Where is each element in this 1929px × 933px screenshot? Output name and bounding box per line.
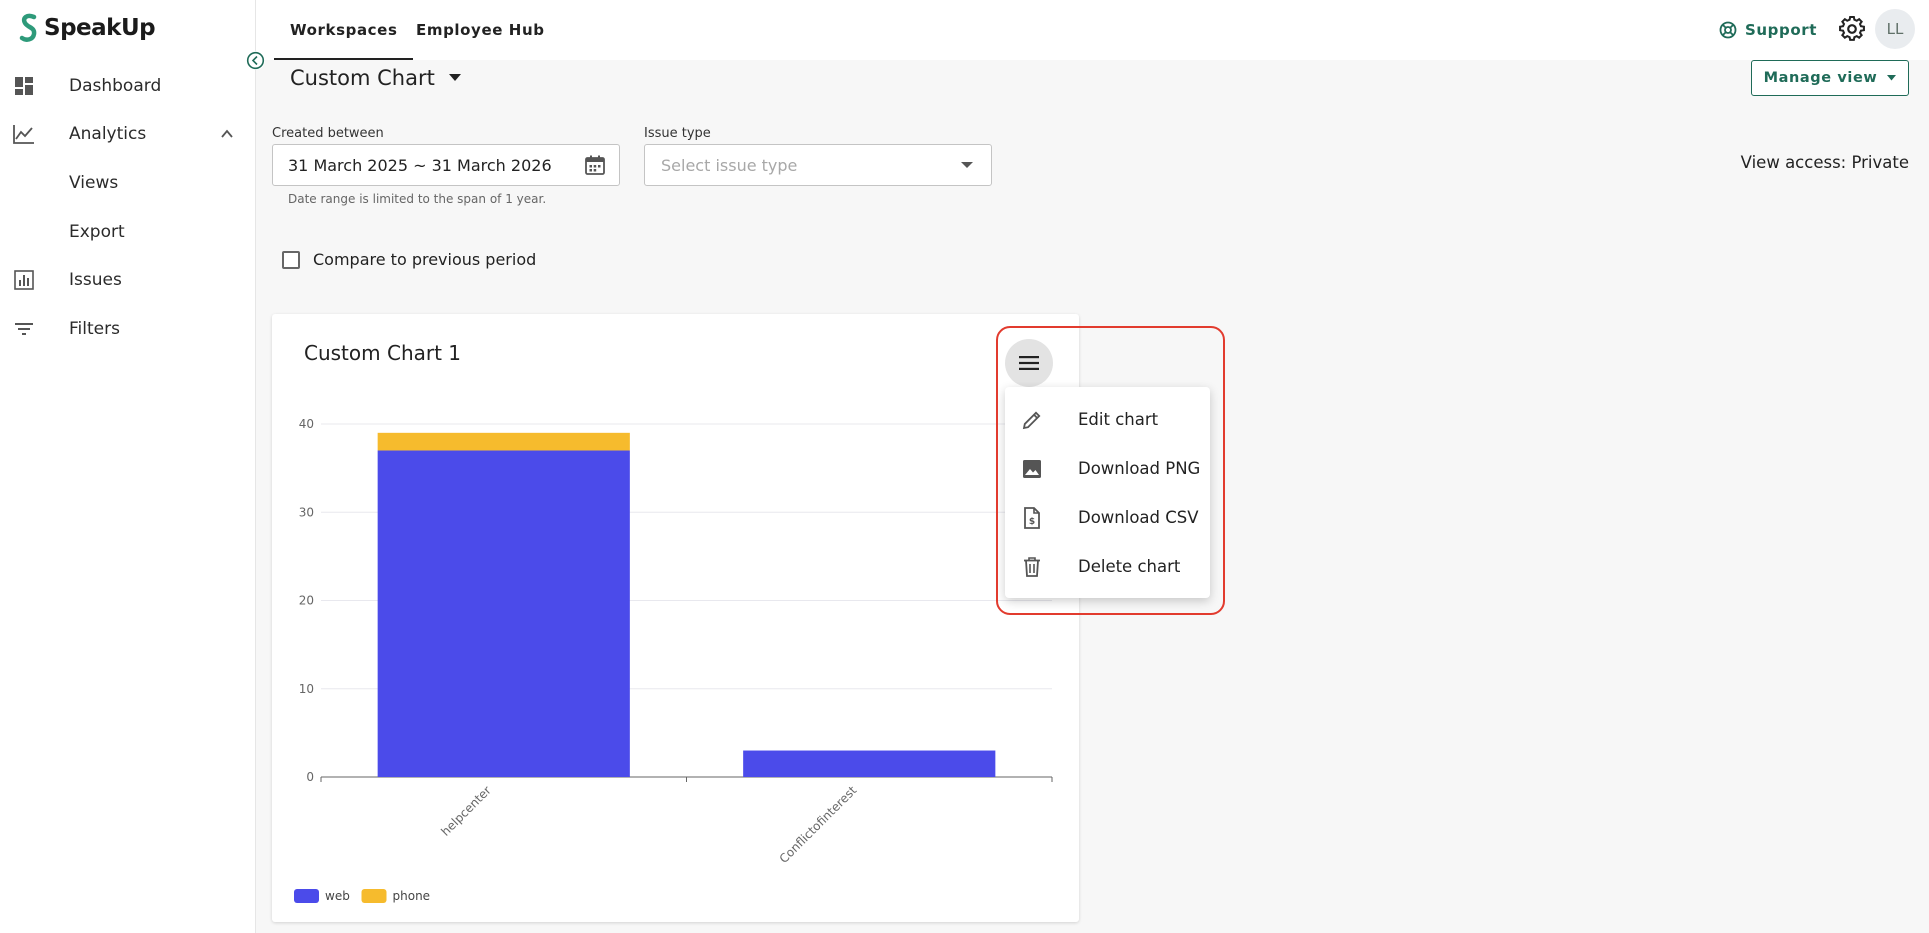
- bar-web: [743, 750, 996, 777]
- support-link[interactable]: Support: [1719, 16, 1817, 44]
- sidebar-item-export[interactable]: Export: [0, 208, 256, 256]
- sidebar-item-filters[interactable]: Filters: [0, 305, 256, 353]
- menu-item-label: Download CSV: [1078, 508, 1199, 527]
- issues-icon: [13, 269, 35, 291]
- chart-card: Custom Chart 1 0 10 20 30 40 helpcenter Confli…: [272, 314, 1079, 922]
- sidebar-item-views[interactable]: Views: [0, 159, 256, 207]
- legend-label: web: [325, 889, 350, 903]
- sidebar-item-label: Filters: [69, 319, 120, 339]
- caret-down-icon: [448, 74, 461, 81]
- top-bar: Workspaces Employee Hub Support LL: [256, 0, 1929, 60]
- dropdown-arrow-icon: [961, 162, 973, 168]
- speakup-logo-icon: [19, 13, 37, 42]
- bar-web: [377, 450, 630, 777]
- image-icon: [1021, 458, 1043, 480]
- y-tick-label: 10: [299, 682, 314, 696]
- caret-down-icon: [1887, 75, 1897, 81]
- sidebar-item-label: Export: [69, 222, 125, 242]
- tab-label: Employee Hub: [416, 21, 545, 39]
- y-tick-label: 30: [299, 505, 314, 519]
- x-tick-label: helpcenter: [438, 783, 494, 839]
- tab-label: Workspaces: [290, 21, 398, 39]
- y-tick-label: 20: [299, 594, 314, 608]
- brand-logo[interactable]: SpeakUp: [18, 12, 156, 44]
- brand-name: SpeakUp: [44, 15, 156, 41]
- sidebar-item-label: Views: [69, 173, 119, 193]
- issue-type-select[interactable]: Select issue type: [644, 144, 992, 186]
- tab-employee-hub[interactable]: Employee Hub: [416, 0, 545, 60]
- csv-file-icon: $: [1021, 506, 1043, 529]
- menu-item-label: Delete chart: [1078, 557, 1181, 576]
- x-tick-label: Conflictofinterest: [777, 783, 860, 866]
- compare-previous-period-toggle[interactable]: Compare to previous period: [282, 250, 536, 269]
- date-range-input[interactable]: 31 March 2025 ~ 31 March 2026: [272, 144, 620, 186]
- trash-icon: [1021, 556, 1043, 578]
- menu-item-label: Edit chart: [1078, 410, 1159, 429]
- view-access-text: View access: Private: [1740, 153, 1909, 172]
- bar-phone: [377, 432, 630, 451]
- menu-item-edit-chart[interactable]: Edit chart: [1005, 395, 1210, 444]
- chart-menu-button[interactable]: [1005, 339, 1053, 387]
- avatar-initials: LL: [1886, 20, 1904, 38]
- analytics-icon: [13, 123, 35, 145]
- chevron-left-circle-icon: [246, 51, 265, 70]
- gear-icon[interactable]: [1839, 16, 1865, 42]
- legend-swatch-web: [294, 889, 319, 903]
- manage-view-label: Manage view: [1763, 70, 1878, 86]
- date-range-value: 31 March 2025 ~ 31 March 2026: [288, 155, 552, 175]
- tab-workspaces[interactable]: Workspaces: [273, 0, 415, 60]
- y-tick-label: 40: [299, 417, 314, 431]
- calendar-icon[interactable]: [584, 154, 606, 176]
- y-tick-label: 0: [306, 770, 314, 784]
- pencil-icon: [1021, 409, 1043, 431]
- legend-label: phone: [393, 889, 431, 903]
- hamburger-menu-icon: [1019, 356, 1039, 370]
- sidebar: SpeakUp Dashboard Analytics Views Export…: [0, 0, 256, 933]
- sidebar-item-dashboard[interactable]: Dashboard: [0, 62, 256, 110]
- legend-swatch-phone: [361, 889, 387, 903]
- menu-item-delete-chart[interactable]: Delete chart: [1005, 542, 1210, 591]
- chart-options-menu: Edit chart Download PNG $ Download CSV D…: [1005, 387, 1210, 598]
- sidebar-item-label: Issues: [69, 270, 122, 290]
- view-selector[interactable]: Custom Chart: [290, 62, 461, 94]
- sidebar-item-label: Analytics: [69, 124, 147, 144]
- issue-type-label: Issue type: [644, 126, 711, 141]
- page-title: Custom Chart: [290, 66, 435, 90]
- support-label: Support: [1744, 21, 1817, 39]
- menu-item-download-png[interactable]: Download PNG: [1005, 444, 1210, 493]
- sidebar-item-analytics[interactable]: Analytics: [0, 110, 256, 158]
- issue-type-placeholder: Select issue type: [661, 155, 798, 175]
- compare-checkbox[interactable]: [282, 250, 300, 269]
- manage-view-button[interactable]: Manage view: [1751, 60, 1909, 96]
- avatar[interactable]: LL: [1875, 9, 1915, 49]
- menu-item-label: Download PNG: [1078, 459, 1201, 478]
- date-range-helper-text: Date range is limited to the span of 1 y…: [288, 192, 547, 206]
- collapse-sidebar-button[interactable]: [246, 51, 265, 70]
- bar-chart: 0 10 20 30 40 helpcenter Conflictofinterest web…: [294, 417, 1053, 903]
- sidebar-item-issues[interactable]: Issues: [0, 256, 256, 304]
- compare-label: Compare to previous period: [313, 250, 537, 269]
- chevron-up-icon[interactable]: [218, 125, 236, 143]
- created-between-label: Created between: [272, 126, 384, 141]
- dashboard-icon: [13, 75, 35, 97]
- lifebuoy-icon: [1719, 21, 1737, 39]
- filter-icon: [13, 318, 35, 340]
- menu-item-download-csv[interactable]: $ Download CSV: [1005, 493, 1210, 542]
- svg-text:$: $: [1029, 517, 1035, 527]
- sidebar-item-label: Dashboard: [69, 76, 162, 96]
